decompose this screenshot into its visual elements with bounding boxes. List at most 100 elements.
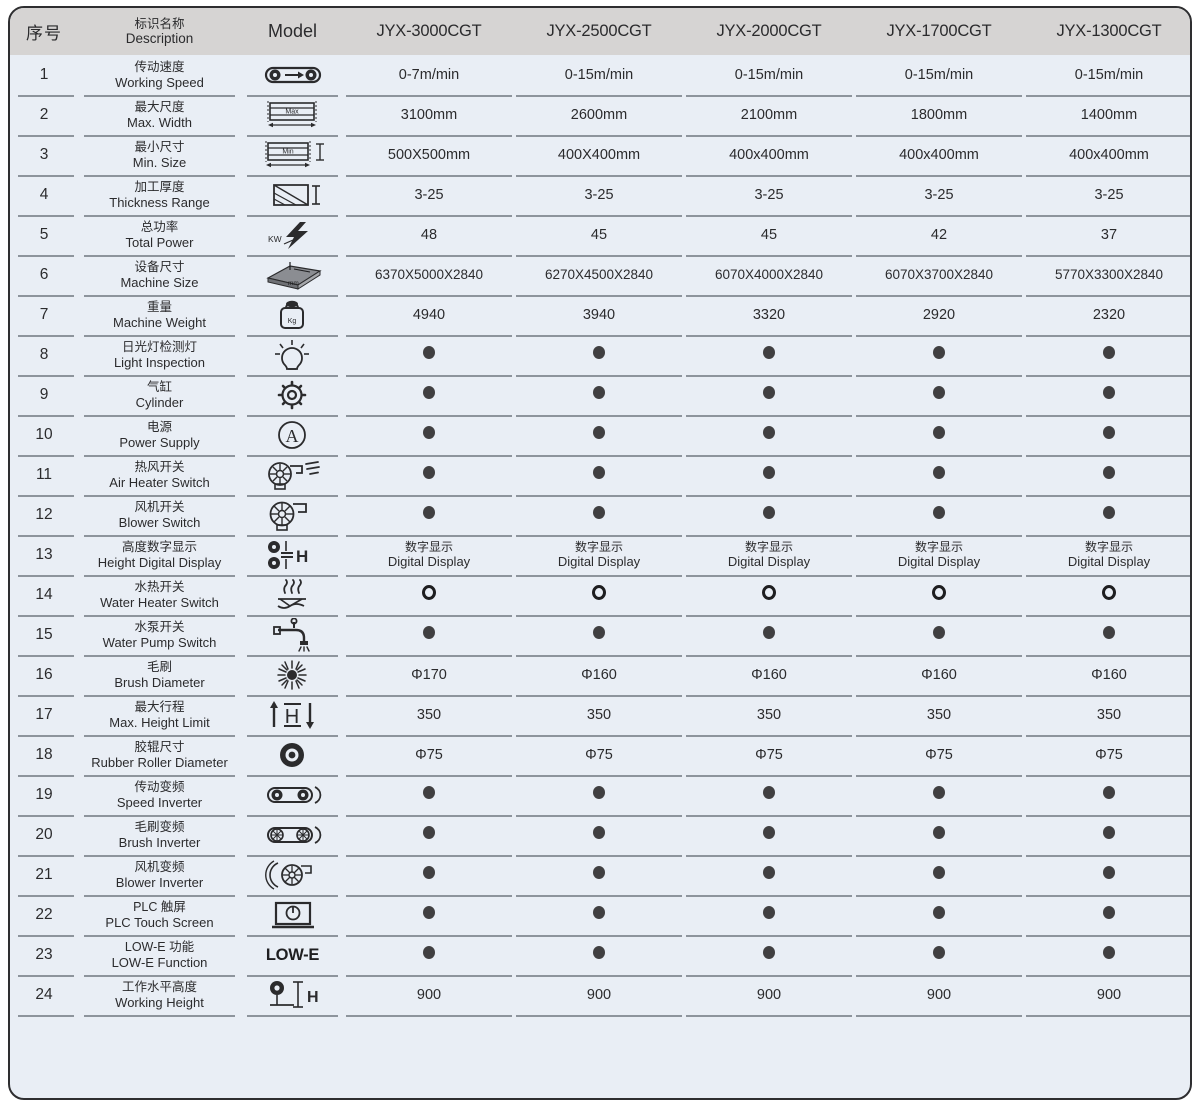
- description-cn: 气缸: [146, 379, 172, 394]
- cell-model-4: [1024, 615, 1190, 655]
- value-cn: 数字显示: [914, 540, 963, 555]
- filled-mark: [763, 626, 775, 639]
- plc-touch-screen-icon: [241, 895, 344, 935]
- description-en: Min. Size: [132, 154, 187, 170]
- value-text: 400X400mm: [557, 147, 641, 163]
- value-text: Φ160: [751, 667, 787, 683]
- table-row: 17 最大行程 Max. Height Limit H 350 350 350 350 350: [10, 695, 1190, 735]
- value-text: 6070X3700X2840: [884, 267, 994, 282]
- description-cn: 传动变频: [134, 779, 185, 794]
- filled-mark: [593, 946, 605, 959]
- table-row: 2 最大尺度 Max. Width Max 3100mm 2600mm 2100mm 1800…: [10, 95, 1190, 135]
- cell-model-3: [854, 775, 1024, 815]
- value-text: 400x400mm: [1069, 147, 1149, 163]
- empty-model: [241, 1015, 344, 1055]
- cell-model-0: [344, 935, 514, 975]
- header-row: 序号 标识名称 Description Model JYX-3000CGT JY…: [10, 8, 1190, 55]
- cell-model-3: [854, 335, 1024, 375]
- description-en: LOW-E Function: [111, 954, 208, 970]
- cell-model-1: [514, 575, 684, 615]
- cell-model-4: 400x400mm: [1024, 135, 1190, 175]
- description-en: Brush Diameter: [114, 674, 205, 690]
- value-text: 2320: [1092, 307, 1126, 323]
- filled-mark: [933, 466, 945, 479]
- description-en: Water Pump Switch: [102, 634, 217, 650]
- cell-model-1: 数字显示 Digital Display: [514, 535, 684, 575]
- filled-mark: [763, 346, 775, 359]
- speed-inverter-belt-icon: [241, 775, 344, 815]
- row-index: 2: [10, 95, 78, 135]
- filled-mark: [933, 866, 945, 879]
- row-index: 7: [10, 295, 78, 335]
- description-en: Light Inspection: [113, 354, 206, 370]
- machine-dimensions-box-icon: mm: [241, 255, 344, 295]
- row-description: 日光灯检测灯 Light Inspection: [78, 335, 241, 375]
- filled-mark: [1103, 346, 1115, 359]
- table-row: 7 重量 Machine Weight Kg 4940 3940 3320 2920 2320: [10, 295, 1190, 335]
- value-text: 350: [416, 707, 442, 723]
- value-text: 0-15m/min: [564, 67, 634, 83]
- table-row: 22 PLC 触屏 PLC Touch Screen: [10, 895, 1190, 935]
- cell-model-3: Φ160: [854, 655, 1024, 695]
- filled-mark: [763, 826, 775, 839]
- cell-model-1: [514, 495, 684, 535]
- cell-model-1: [514, 335, 684, 375]
- value-text: 3-25: [754, 187, 784, 203]
- description-cn: LOW-E 功能: [124, 939, 195, 954]
- svg-text:A: A: [285, 426, 298, 446]
- value-text: 6370X5000X2840: [374, 267, 484, 282]
- table-header: 序号 标识名称 Description Model JYX-3000CGT JY…: [10, 8, 1190, 55]
- description-cn: 最大尺度: [134, 99, 185, 114]
- row-description: 工作水平高度 Working Height: [78, 975, 241, 1015]
- description-en: Brush Inverter: [118, 834, 201, 850]
- table-row: 10 电源 Power Supply A: [10, 415, 1190, 455]
- row-description: 气缸 Cylinder: [78, 375, 241, 415]
- filled-mark: [593, 346, 605, 359]
- empty-cell-3: [854, 1015, 1024, 1055]
- row-description: 设备尺寸 Machine Size: [78, 255, 241, 295]
- value-text: 0-15m/min: [904, 67, 974, 83]
- description-cn: 毛刷变频: [134, 819, 185, 834]
- cell-model-1: [514, 375, 684, 415]
- value-text: 4940: [412, 307, 446, 323]
- cell-model-1: 3940: [514, 295, 684, 335]
- description-cn: 胶辊尺寸: [134, 739, 185, 754]
- value-text: Φ160: [1091, 667, 1127, 683]
- value-text: Φ160: [921, 667, 957, 683]
- cell-model-0: [344, 815, 514, 855]
- height-limit-arrows-icon: H: [241, 695, 344, 735]
- filled-mark: [423, 786, 435, 799]
- cell-model-3: 3-25: [854, 175, 1024, 215]
- filled-mark: [593, 866, 605, 879]
- cell-model-3: [854, 615, 1024, 655]
- cell-model-4: [1024, 495, 1190, 535]
- description-cn: 水热开关: [134, 579, 185, 594]
- value-text: 350: [586, 707, 612, 723]
- value-text: 3-25: [414, 187, 444, 203]
- filled-mark: [763, 906, 775, 919]
- filled-mark: [593, 626, 605, 639]
- description-en: Blower Inverter: [115, 874, 204, 890]
- cell-model-4: [1024, 575, 1190, 615]
- table-row: 23 LOW-E 功能 LOW-E Function LOW-E: [10, 935, 1190, 975]
- cell-model-3: 1800mm: [854, 95, 1024, 135]
- table-row: 11 热风开关 Air Heater Switch: [10, 455, 1190, 495]
- value-text: 900: [416, 987, 442, 1003]
- hollow-mark: [932, 585, 946, 600]
- cell-model-3: [854, 895, 1024, 935]
- cell-model-2: 2100mm: [684, 95, 854, 135]
- cell-model-3: 数字显示 Digital Display: [854, 535, 1024, 575]
- value-en: Digital Display: [557, 554, 641, 570]
- cell-model-2: [684, 455, 854, 495]
- water-faucet-icon: [241, 615, 344, 655]
- cell-model-0: 3100mm: [344, 95, 514, 135]
- filled-mark: [423, 386, 435, 399]
- cell-model-1: 6270X4500X2840: [514, 255, 684, 295]
- table-row: 4 加工厚度 Thickness Range 3-25 3-25 3-25 3-25 3-25: [10, 175, 1190, 215]
- header-model-0: JYX-3000CGT: [344, 8, 514, 55]
- description-en: Rubber Roller Diameter: [91, 754, 228, 770]
- cell-model-0: 数字显示 Digital Display: [344, 535, 514, 575]
- filled-mark: [763, 946, 775, 959]
- cell-model-4: 1400mm: [1024, 95, 1190, 135]
- value-text: Φ160: [581, 667, 617, 683]
